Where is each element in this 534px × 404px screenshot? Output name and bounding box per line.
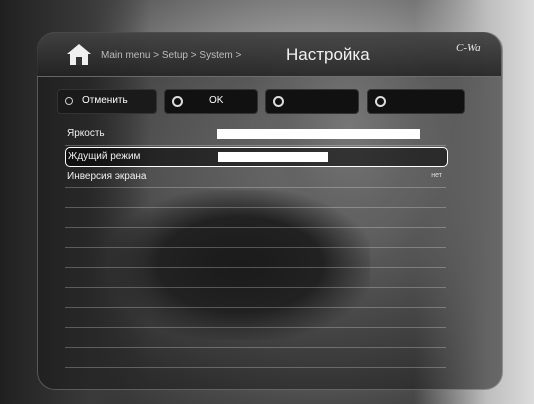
brightness-bar[interactable] xyxy=(217,129,420,139)
settings-panel xyxy=(37,32,503,390)
divider xyxy=(65,145,446,146)
setting-row-brightness[interactable]: Яркость xyxy=(65,125,446,143)
setting-row-invert[interactable]: Инверсия экрана нет xyxy=(65,168,446,186)
divider xyxy=(65,227,446,228)
divider xyxy=(65,267,446,268)
ok-button[interactable]: OK xyxy=(164,89,258,114)
blue-key-button[interactable] xyxy=(367,89,465,114)
yellow-key-button[interactable] xyxy=(265,89,359,114)
page-title: Настройка xyxy=(286,45,370,64)
standby-label: Ждущий режим xyxy=(68,151,141,162)
divider xyxy=(65,307,446,308)
brightness-label: Яркость xyxy=(67,128,105,139)
yellow-key-icon xyxy=(273,96,284,107)
setting-row-standby[interactable]: Ждущий режим xyxy=(65,147,448,167)
home-icon xyxy=(67,44,91,65)
green-key-icon xyxy=(172,96,183,107)
red-key-icon xyxy=(65,97,73,105)
breadcrumb: Main menu > Setup > System > xyxy=(101,50,242,61)
divider xyxy=(65,287,446,288)
invert-label: Инверсия экрана xyxy=(67,171,147,182)
tv-screen: Main menu > Setup > System > Настройка C… xyxy=(0,0,534,404)
ok-button-label: OK xyxy=(209,95,224,106)
brand-logo: C-Wa xyxy=(456,42,481,54)
cancel-button[interactable]: Отменить xyxy=(57,89,157,114)
blue-key-icon xyxy=(375,96,386,107)
divider xyxy=(65,347,446,348)
divider xyxy=(65,207,446,208)
divider xyxy=(65,327,446,328)
standby-bar[interactable] xyxy=(218,152,328,162)
invert-value[interactable]: нет xyxy=(431,172,442,179)
divider xyxy=(65,367,446,368)
divider xyxy=(65,247,446,248)
divider xyxy=(65,187,446,188)
cancel-button-label: Отменить xyxy=(82,95,128,106)
